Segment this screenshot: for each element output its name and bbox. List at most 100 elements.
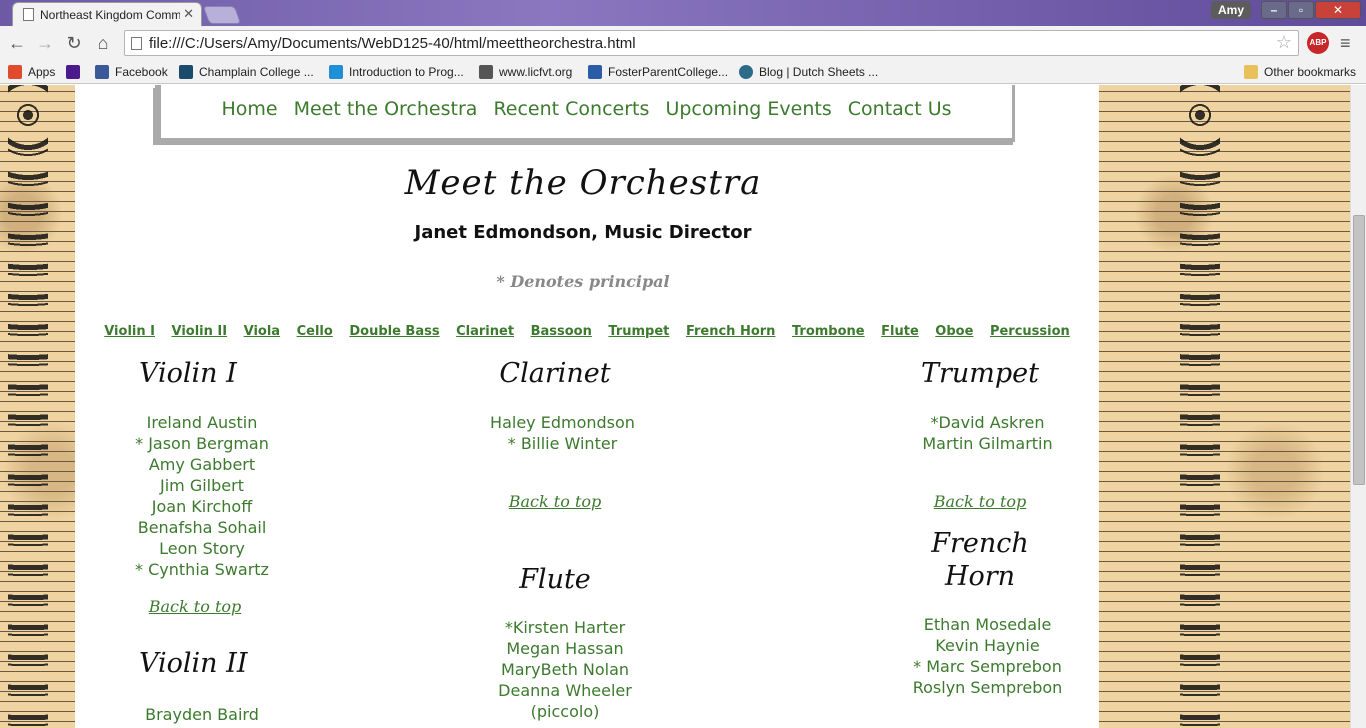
nav-recent-concerts[interactable]: Recent Concerts [493,98,649,120]
member: Martin Gilmartin [922,434,1053,453]
link-trombone[interactable]: Trombone [792,324,865,339]
member: Jim Gilbert [160,476,244,495]
new-tab-button[interactable] [202,6,242,24]
close-tab-icon[interactable]: ✕ [183,6,194,22]
facebook-icon [95,65,109,79]
page-icon [23,8,34,21]
french-horn-members: Ethan Mosedale Kevin Haynie * Marc Sempr… [905,614,1070,698]
link-flute[interactable]: Flute [881,324,919,339]
back-to-top-link[interactable]: Back to top [495,492,615,512]
window-titlebar: Northeast Kingdom Comm ✕ Amy – ▫ ✕ [0,0,1366,26]
back-arrow-icon[interactable]: ← [6,32,28,54]
nav-upcoming-events[interactable]: Upcoming Events [665,98,831,120]
nav-home[interactable]: Home [221,98,277,120]
link-french-horn[interactable]: French Horn [686,324,776,339]
member: Leon Story [159,539,245,558]
scrollbar-thumb[interactable] [1353,215,1365,485]
bookmark-fosterparent[interactable]: FosterParentCollege... [588,63,728,81]
browser-toolbar: ← → ↻ ⌂ file:///C:/Users/Amy/Documents/W… [0,26,1366,60]
home-icon[interactable]: ⌂ [92,32,114,54]
page-viewport: Home Meet the Orchestra Recent Concerts … [0,85,1350,728]
member: Amy Gabbert [148,455,256,474]
member: Brayden Baird [145,705,259,724]
clarinet-members: Haley Edmondson * Billie Winter [475,412,650,454]
other-bookmarks[interactable]: Other bookmarks [1244,63,1356,81]
section-title: Trumpet [920,358,1040,389]
reload-icon[interactable]: ↻ [63,32,85,54]
member: * Jason Bergman [135,434,269,453]
bookmark-facebook[interactable]: Facebook [95,63,168,81]
bookmark-yahoo[interactable] [66,63,86,81]
fpc-icon [588,65,602,79]
browser-tab[interactable]: Northeast Kingdom Comm ✕ [12,2,202,26]
back-to-top-link[interactable]: Back to top [135,597,255,617]
apps-icon [8,65,22,79]
bookmark-dutch-sheets[interactable]: Blog | Dutch Sheets ... [739,63,878,81]
link-percussion[interactable]: Percussion [990,324,1070,339]
link-oboe[interactable]: Oboe [935,324,973,339]
folder-icon [1244,65,1258,79]
user-profile-button[interactable]: Amy [1211,1,1251,19]
maximize-button[interactable]: ▫ [1288,1,1314,19]
section-french-horn: French Horn [915,527,1045,593]
close-window-button[interactable]: ✕ [1315,1,1361,19]
adblock-icon[interactable]: ABP [1307,32,1329,54]
forward-arrow-icon[interactable]: → [34,32,56,54]
back-to-top-link[interactable]: Back to top [920,492,1040,512]
bookmark-star-icon[interactable]: ☆ [1276,32,1292,53]
link-clarinet[interactable]: Clarinet [456,324,514,339]
section-title: Clarinet [499,358,611,389]
violin-1-members: Ireland Austin * Jason Bergman Amy Gabbe… [127,412,277,580]
blog-icon [739,65,753,79]
minimize-button[interactable]: – [1261,1,1287,19]
member: Megan Hassan [506,639,624,658]
bookmarks-bar: Apps Facebook Champlain College ... Intr… [0,60,1366,84]
flute-members: *Kirsten Harter Megan Hassan MaryBeth No… [485,617,645,722]
member: Kevin Haynie [935,636,1040,655]
violin-2-members: Brayden Baird [127,704,277,725]
bookmark-apps[interactable]: Apps [8,63,55,81]
link-violin-1[interactable]: Violin I [104,324,155,339]
member: Ireland Austin [146,413,258,432]
section-violin-2: Violin II [131,647,291,680]
member: MaryBeth Nolan [500,660,630,679]
link-viola[interactable]: Viola [244,324,280,339]
url-text: file:///C:/Users/Amy/Documents/WebD125-4… [149,35,636,52]
link-cello[interactable]: Cello [297,324,333,339]
link-violin-2[interactable]: Violin II [172,324,228,339]
sheet-music-background-right [1099,85,1350,728]
section-violin-1: Violin I [131,357,271,390]
trumpet-members: *David Askren Martin Gilmartin [915,412,1060,454]
link-double-bass[interactable]: Double Bass [349,324,439,339]
member: Ethan Mosedale [923,615,1052,634]
nav-meet-the-orchestra[interactable]: Meet the Orchestra [294,98,478,120]
yahoo-icon [66,65,80,79]
section-title: French [931,528,1029,559]
section-trumpet: Trumpet [905,357,1055,390]
bookmark-champlain[interactable]: Champlain College ... [179,63,314,81]
section-title: Flute [519,564,591,595]
site-nav: Home Meet the Orchestra Recent Concerts … [155,85,1015,142]
member: (piccolo) [530,702,600,721]
member: * Cynthia Swartz [135,560,269,579]
section-jump-links: Violin I Violin II Viola Cello Double Ba… [75,324,1099,339]
member: Haley Edmondson [490,413,635,432]
address-bar[interactable]: file:///C:/Users/Amy/Documents/WebD125-4… [124,30,1299,56]
link-trumpet[interactable]: Trumpet [608,324,669,339]
page-title: Meet the Orchestra [404,163,762,203]
champlain-icon [179,65,193,79]
section-title-line-2: Horn [944,561,1016,592]
member: * Billie Winter [507,434,618,453]
mna-icon [329,65,343,79]
section-title: Violin I [139,358,237,389]
menu-icon[interactable]: ≡ [1340,34,1360,52]
member: Roslyn Semprebon [912,678,1063,697]
member: * Marc Semprebon [913,657,1062,676]
bookmark-licfvt[interactable]: www.licfvt.org [479,63,572,81]
main-content: Home Meet the Orchestra Recent Concerts … [75,85,1099,728]
bookmark-intro-prog[interactable]: Introduction to Prog... [329,63,464,81]
nav-contact-us[interactable]: Contact Us [848,98,952,120]
link-bassoon[interactable]: Bassoon [531,324,592,339]
vertical-scrollbar[interactable] [1350,85,1366,728]
member: Joan Kirchoff [151,497,253,516]
